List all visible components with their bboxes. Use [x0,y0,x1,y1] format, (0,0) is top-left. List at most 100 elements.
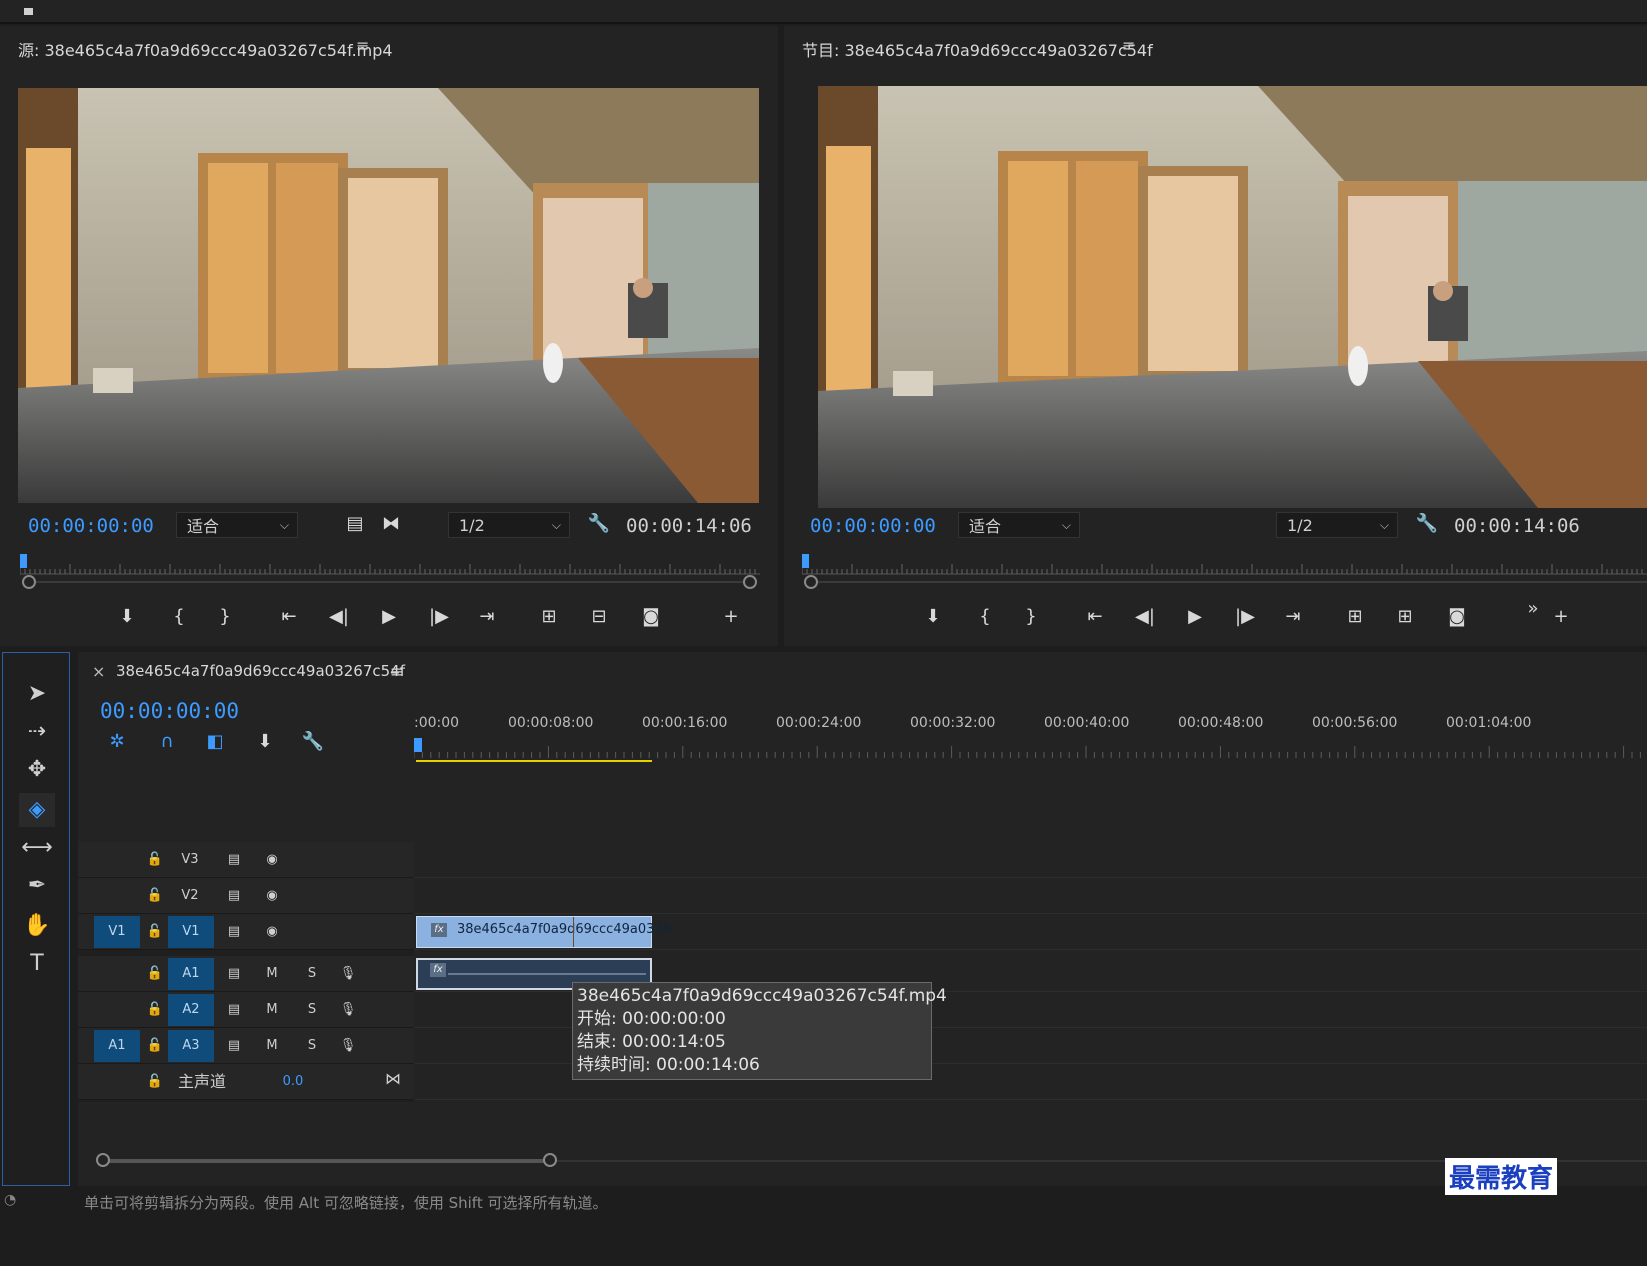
add-marker-icon[interactable]: ⬇ [250,728,280,756]
timeline-scroll-handle-left[interactable] [96,1153,110,1167]
timeline-timecode[interactable]: 00:00:00:00 [100,699,239,723]
track-select-tool-icon[interactable]: ⇢ [19,715,55,749]
go-to-out-icon[interactable]: ⇥ [1278,603,1308,631]
sync-lock-icon[interactable]: ▤ [222,1031,246,1061]
program-timecode[interactable]: 00:00:00:00 [810,515,936,537]
close-icon[interactable]: × [92,662,105,681]
wrench-icon[interactable]: 🔧 [1412,510,1442,538]
play-icon[interactable]: ▶ [374,603,404,631]
track-label-v1[interactable]: V1 [168,916,214,948]
microphone-icon[interactable]: 🎙 [336,995,360,1025]
video-clip[interactable]: fx 38e465c4a7f0a9d69ccc49a0326 [416,916,671,948]
type-tool-icon[interactable]: T [19,947,55,981]
tracks-area[interactable]: fx 38e465c4a7f0a9d69ccc49a0326 fx 38e465… [414,842,1647,1102]
source-scroll-handle-left[interactable] [22,575,36,589]
step-back-icon[interactable]: ◀| [1130,603,1160,631]
program-monitor-title[interactable]: 节目: 38e465c4a7f0a9d69ccc49a03267c54f [802,37,1153,61]
source-patch-a1[interactable]: A1 [94,1030,140,1062]
timeline-tab-title[interactable]: 38e465c4a7f0a9d69ccc49a03267c54f [116,662,405,680]
sync-lock-icon[interactable]: ▤ [222,881,246,911]
lock-icon[interactable]: 🔓 [144,881,166,911]
source-resolution-dropdown[interactable]: 1/2 ⌵ [448,512,570,538]
lift-icon[interactable]: ⊞ [1340,603,1370,631]
sync-lock-icon[interactable]: ▤ [222,917,246,947]
program-scroll-handle-left[interactable] [804,575,818,589]
mark-out-icon[interactable]: } [210,603,240,631]
source-monitor-title[interactable]: 源: 38e465c4a7f0a9d69ccc49a03267c54f.mp4 [18,37,393,61]
drag-audio-only-icon[interactable]: ⧓ [376,510,406,538]
play-icon[interactable]: ▶ [1180,603,1210,631]
program-resolution-dropdown[interactable]: 1/2 ⌵ [1276,512,1398,538]
source-patch-v1[interactable]: V1 [94,916,140,948]
hand-tool-icon[interactable]: ✋ [19,909,55,943]
go-to-out-icon[interactable]: ⇥ [472,603,502,631]
sync-lock-icon[interactable]: ▤ [222,959,246,989]
lock-icon[interactable]: 🔓 [144,959,166,989]
program-panel-menu-icon[interactable]: ≡ [1122,36,1135,55]
timeline-scroll-thumb[interactable] [102,1159,550,1163]
extract-icon[interactable]: ⊞ [1390,603,1420,631]
mute-button-a3[interactable]: M [260,1031,284,1061]
source-time-ruler[interactable] [20,554,760,576]
mute-button-a1[interactable]: M [260,959,284,989]
pen-tool-icon[interactable]: ✒ [19,869,55,903]
selection-tool-icon[interactable]: ➤ [19,677,55,711]
timeline-menu-icon[interactable]: ≡ [390,662,403,681]
track-label-a2[interactable]: A2 [168,994,214,1026]
solo-button-a2[interactable]: S [300,995,324,1025]
track-row-v3[interactable] [414,842,1647,878]
mute-button-a2[interactable]: M [260,995,284,1025]
wrench-icon[interactable]: 🔧 [584,510,614,538]
step-forward-icon[interactable]: |▶ [1230,603,1260,631]
eye-icon[interactable]: ◉ [260,881,284,911]
solo-button-a1[interactable]: S [300,959,324,989]
camera-icon[interactable]: ◙ [636,603,666,631]
insert-icon[interactable]: ⊞ [534,603,564,631]
lock-icon[interactable]: 🔓 [144,845,166,875]
microphone-icon[interactable]: 🎙 [336,959,360,989]
sync-lock-icon[interactable]: ▤ [222,995,246,1025]
eye-icon[interactable]: ◉ [260,917,284,947]
microphone-icon[interactable]: 🎙 [336,1031,360,1061]
master-volume-value[interactable]: 0.0 [276,1067,310,1097]
timeline-ruler[interactable]: :00:00 00:00:08:00 00:00:16:00 00:00:24:00 0… [414,712,1647,762]
button-editor-plus-icon[interactable]: + [716,603,746,631]
go-to-in-icon[interactable]: ⇤ [1080,603,1110,631]
program-fit-dropdown[interactable]: 适合 ⌵ [958,512,1080,538]
solo-button-a3[interactable]: S [300,1031,324,1061]
track-label-a1[interactable]: A1 [168,958,214,990]
timeline-scroll-handle-right[interactable] [543,1153,557,1167]
track-row-v2[interactable] [414,878,1647,914]
lock-icon[interactable]: 🔓 [144,917,166,947]
slip-tool-icon[interactable]: ⟷ [19,831,55,865]
overwrite-icon[interactable]: ⊟ [584,603,614,631]
snap-magnet-icon[interactable]: ∩ [152,728,182,756]
lock-icon[interactable]: 🔓 [144,1031,166,1061]
razor-tool-icon[interactable]: ◈ [19,793,55,827]
add-marker-icon[interactable]: ⬇ [112,603,142,631]
go-to-in-icon[interactable]: ⇤ [274,603,304,631]
camera-icon[interactable]: ◙ [1442,603,1472,631]
track-label-a3[interactable]: A3 [168,1030,214,1062]
workspace-grip-icon[interactable] [24,0,48,34]
nest-sequence-icon[interactable]: ✲ [102,728,132,756]
add-marker-icon[interactable]: ⬇ [918,603,948,631]
source-zoom-scrollbar[interactable] [28,581,750,583]
button-editor-plus-icon[interactable]: + [1546,603,1576,631]
source-fit-dropdown[interactable]: 适合 ⌵ [176,512,298,538]
source-scroll-handle-right[interactable] [743,575,757,589]
timeline-settings-wrench-icon[interactable]: 🔧 [298,728,328,756]
work-area-bar[interactable] [416,760,652,762]
source-timecode[interactable]: 00:00:00:00 [28,515,154,537]
lock-icon[interactable]: 🔓 [144,995,166,1025]
program-time-ruler[interactable] [802,554,1647,576]
sync-lock-icon[interactable]: ▤ [222,845,246,875]
mark-in-icon[interactable]: { [164,603,194,631]
lock-icon[interactable]: 🔓 [144,1067,166,1097]
mark-in-icon[interactable]: { [970,603,1000,631]
more-controls-icon[interactable]: » [1518,595,1548,623]
step-back-icon[interactable]: ◀| [324,603,354,631]
program-zoom-scrollbar[interactable] [810,581,1647,583]
mark-out-icon[interactable]: } [1016,603,1046,631]
playhead[interactable] [414,738,422,752]
